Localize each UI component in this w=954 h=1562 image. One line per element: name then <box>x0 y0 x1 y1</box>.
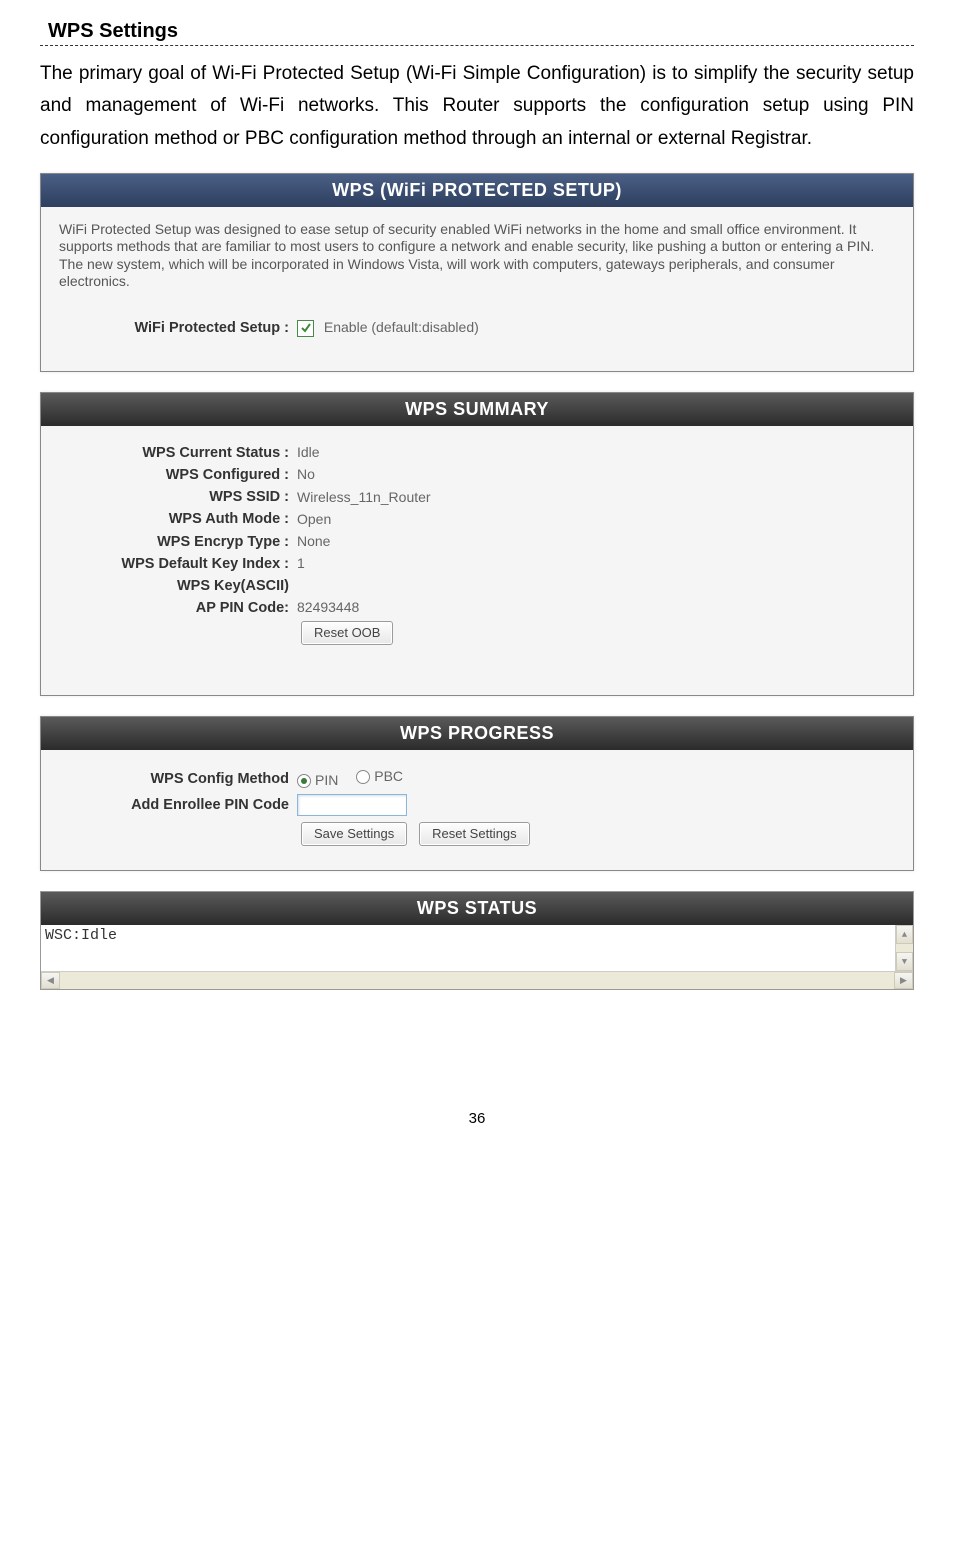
wps-status-header: WPS STATUS <box>41 892 913 925</box>
wps-progress-header: WPS PROGRESS <box>41 717 913 750</box>
page-title: WPS Settings <box>48 20 914 43</box>
wps-setup-panel: WPS (WiFi PROTECTED SETUP) WiFi Protecte… <box>40 173 914 372</box>
wps-enable-control[interactable]: Enable (default:disabled) <box>297 319 479 337</box>
summary-label: WPS Configured : <box>59 466 297 484</box>
summary-value: 82493448 <box>297 599 359 617</box>
horizontal-scrollbar[interactable]: ◀ ▶ <box>41 971 913 989</box>
scroll-up-icon[interactable]: ▲ <box>896 925 913 944</box>
summary-row: WPS SSID :Wireless_11n_Router <box>59 488 895 506</box>
summary-row: WPS Default Key Index :1 <box>59 555 895 573</box>
summary-label: WPS Current Status : <box>59 444 297 462</box>
wps-status-text: WSC:Idle <box>45 927 117 944</box>
wps-summary-panel: WPS SUMMARY WPS Current Status :Idle WPS… <box>40 392 914 696</box>
save-settings-button[interactable]: Save Settings <box>301 822 407 846</box>
pbc-radio[interactable]: PBC <box>356 768 403 786</box>
summary-row: WPS Auth Mode :Open <box>59 510 895 528</box>
summary-value: 1 <box>297 555 305 573</box>
checkmark-icon <box>300 322 312 334</box>
summary-row: WPS Key(ASCII) <box>59 577 895 595</box>
wps-enable-label: WiFi Protected Setup : <box>59 319 297 337</box>
summary-value: Idle <box>297 444 320 462</box>
vertical-scrollbar[interactable]: ▲ ▼ <box>895 925 913 971</box>
summary-row: WPS Configured :No <box>59 466 895 484</box>
summary-row: WPS Encryp Type :None <box>59 533 895 551</box>
pin-radio-label: PIN <box>315 772 338 790</box>
pbc-radio-label: PBC <box>374 768 403 786</box>
summary-label: AP PIN Code: <box>59 599 297 617</box>
wps-status-textarea[interactable]: WSC:Idle ▲ ▼ <box>41 925 913 971</box>
summary-label: WPS Default Key Index : <box>59 555 297 573</box>
summary-value: Wireless_11n_Router <box>297 489 431 507</box>
summary-label: WPS Encryp Type : <box>59 533 297 551</box>
summary-row: AP PIN Code:82493448 <box>59 599 895 617</box>
wps-enable-text: Enable (default:disabled) <box>324 319 479 335</box>
page-number: 36 <box>40 1110 914 1127</box>
wps-status-panel: WPS STATUS WSC:Idle ▲ ▼ ◀ ▶ <box>40 891 914 990</box>
pin-radio[interactable]: PIN <box>297 772 338 790</box>
wps-summary-header: WPS SUMMARY <box>41 393 913 426</box>
reset-oob-button[interactable]: Reset OOB <box>301 621 393 645</box>
summary-label: WPS Key(ASCII) <box>59 577 297 595</box>
title-divider <box>40 45 914 46</box>
summary-label: WPS SSID : <box>59 488 297 506</box>
scroll-right-icon[interactable]: ▶ <box>894 972 913 989</box>
enrollee-pin-input[interactable] <box>297 794 407 816</box>
enrollee-pin-label: Add Enrollee PIN Code <box>59 796 297 814</box>
wps-progress-panel: WPS PROGRESS WPS Config Method PIN PBC A… <box>40 716 914 871</box>
config-method-label: WPS Config Method <box>59 770 297 788</box>
wps-enable-checkbox[interactable] <box>297 320 314 337</box>
summary-label: WPS Auth Mode : <box>59 510 297 528</box>
scroll-down-icon[interactable]: ▼ <box>896 952 913 971</box>
radio-icon <box>356 770 370 784</box>
scroll-left-icon[interactable]: ◀ <box>41 972 60 989</box>
radio-icon <box>297 774 311 788</box>
summary-value: Open <box>297 511 331 529</box>
reset-settings-button[interactable]: Reset Settings <box>419 822 530 846</box>
wps-setup-header: WPS (WiFi PROTECTED SETUP) <box>41 174 913 207</box>
summary-value: None <box>297 533 330 551</box>
wps-setup-description: WiFi Protected Setup was designed to eas… <box>59 221 895 291</box>
intro-text: The primary goal of Wi-Fi Protected Setu… <box>40 58 914 155</box>
summary-row: WPS Current Status :Idle <box>59 444 895 462</box>
summary-value: No <box>297 466 315 484</box>
